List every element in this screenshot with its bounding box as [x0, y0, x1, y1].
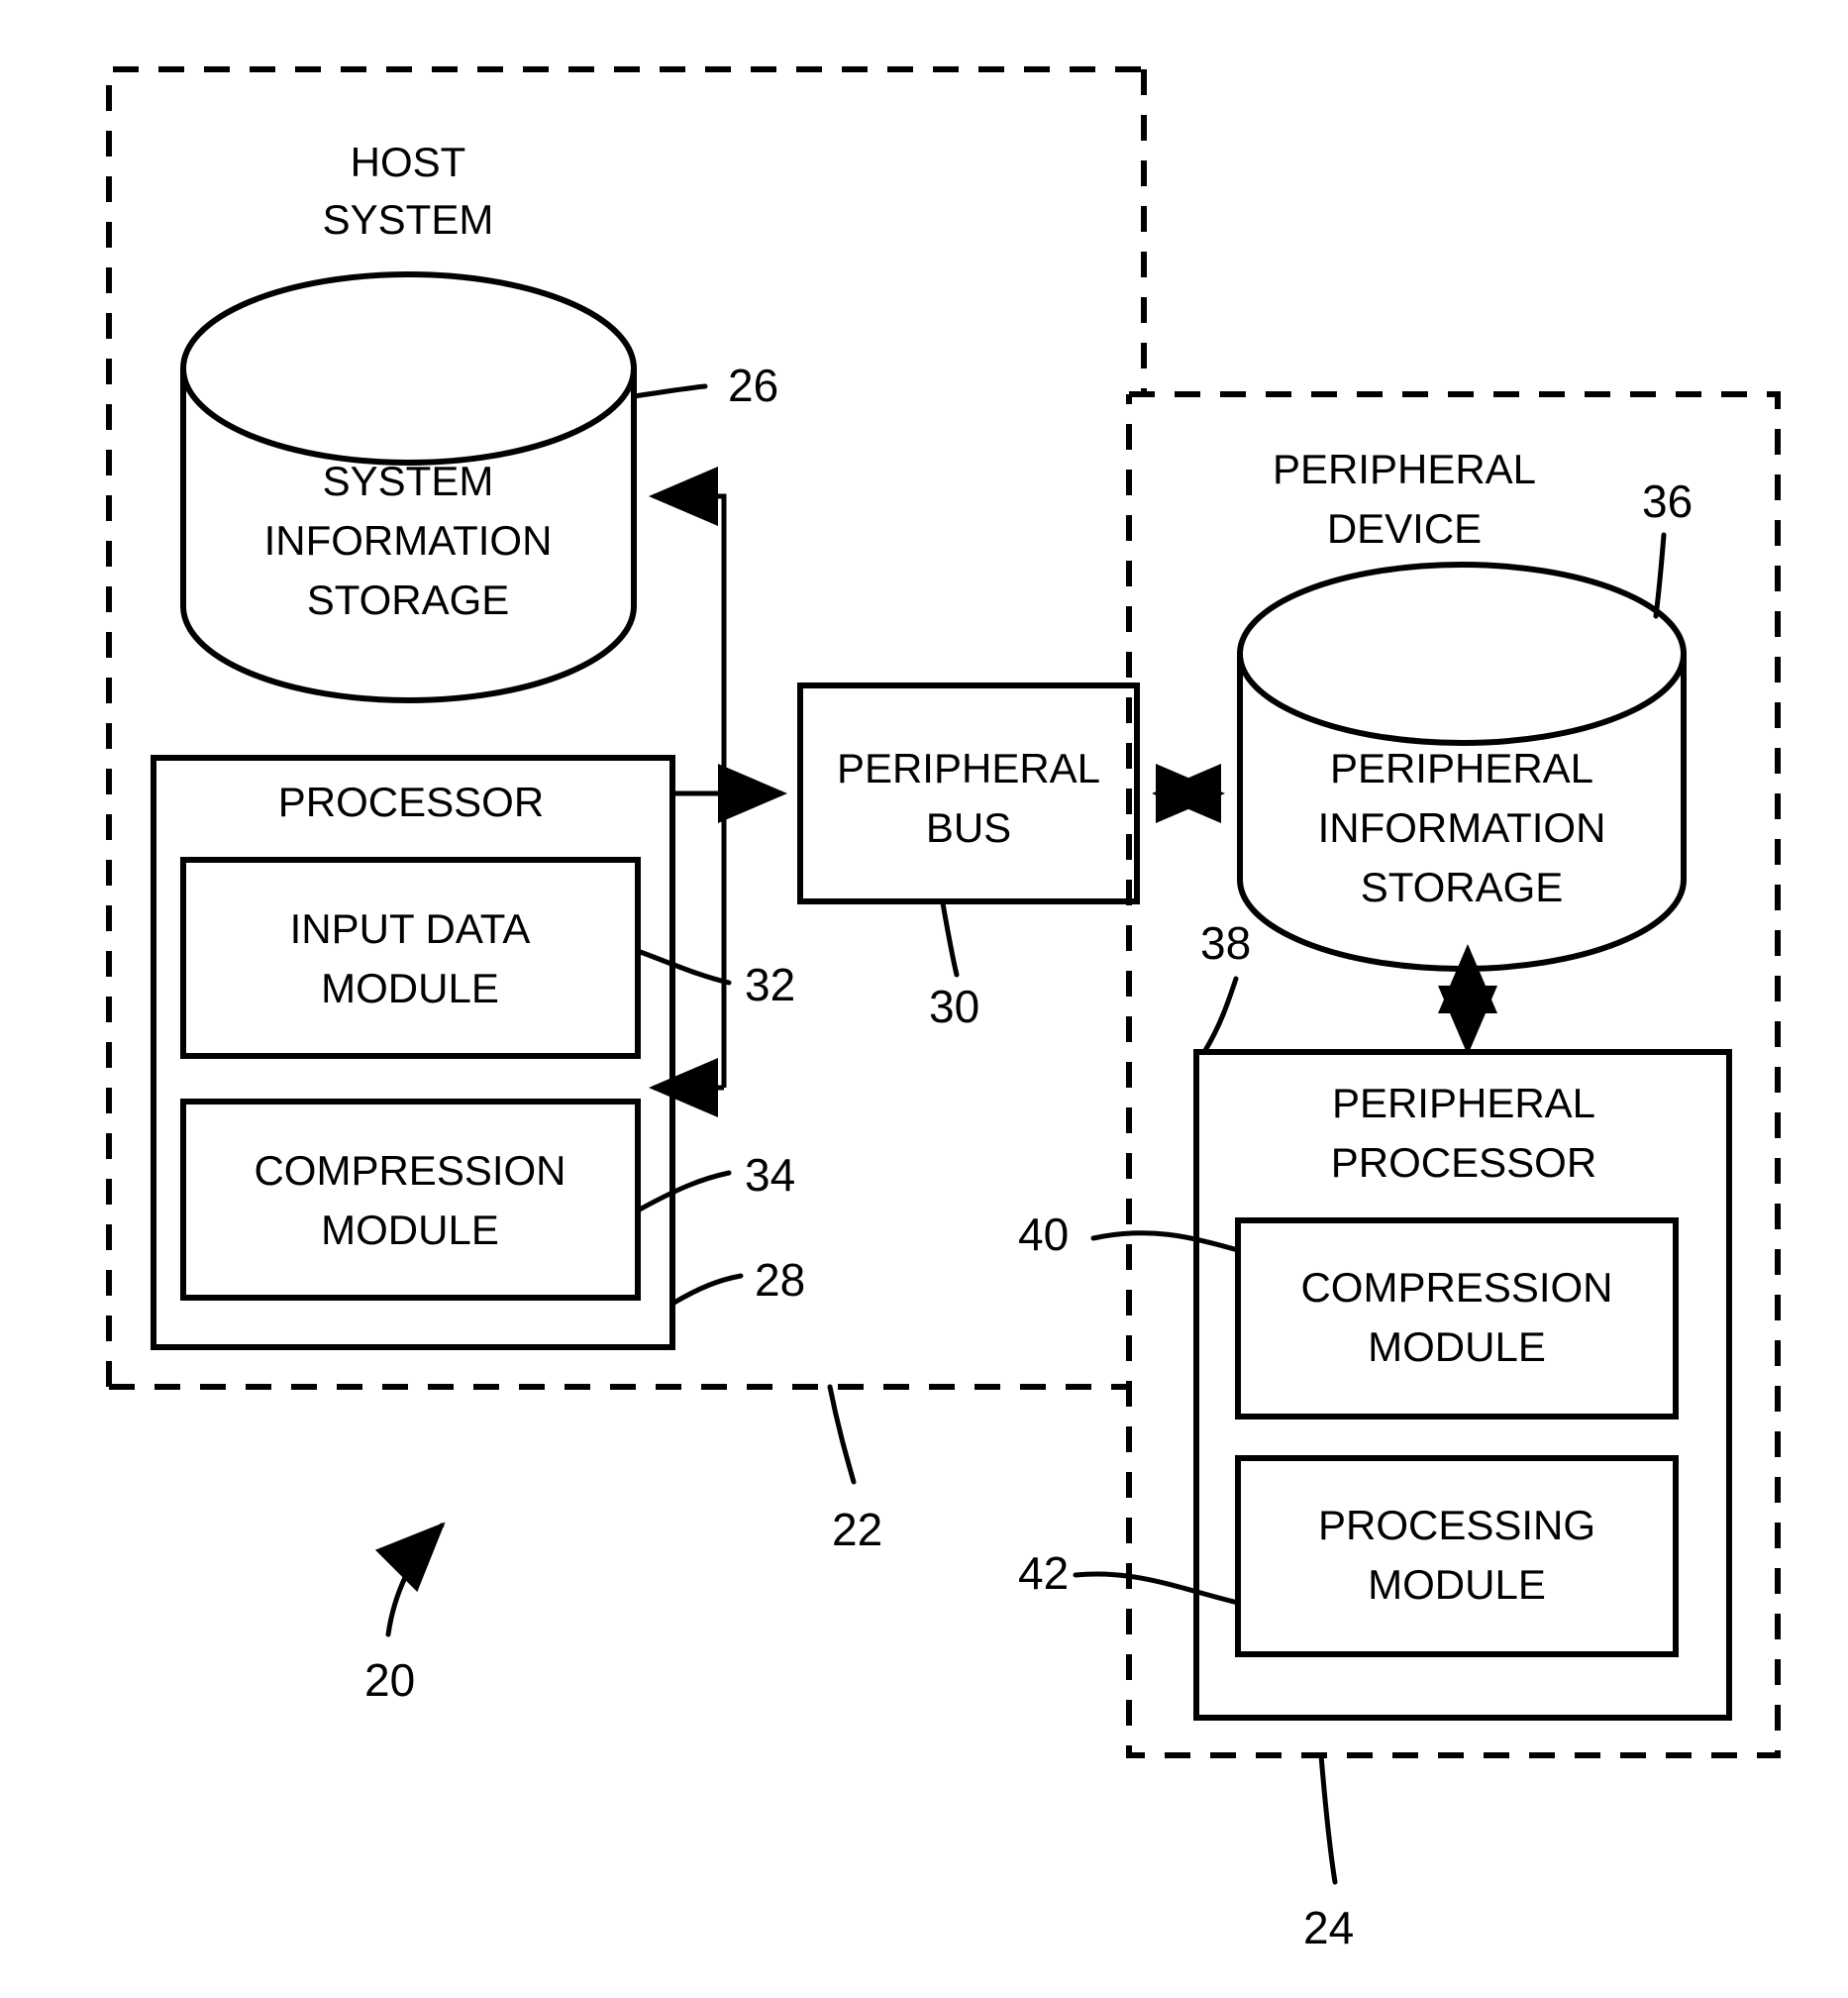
input-data-module-box [180, 857, 641, 1059]
host-compression-module-line2: MODULE [321, 1207, 499, 1253]
host-processor-box [151, 755, 675, 1350]
host-processor-label: PROCESSOR [278, 779, 544, 825]
ref-34-label: 34 [745, 1149, 795, 1201]
peripheral-device-boundary [1126, 391, 1781, 1758]
peripheral-compression-module-box [1235, 1217, 1679, 1420]
ref-28-label: 28 [755, 1254, 805, 1306]
host-system-title-line2: SYSTEM [323, 196, 494, 243]
host-system-title-line1: HOST [351, 139, 466, 185]
system-storage-label-line3: STORAGE [307, 577, 510, 623]
input-data-module-line2: MODULE [321, 965, 499, 1011]
peripheral-processor-line2: PROCESSOR [1331, 1139, 1596, 1186]
peripheral-storage-line3: STORAGE [1361, 864, 1564, 910]
peripheral-processing-module-line2: MODULE [1368, 1561, 1546, 1608]
system-storage-label-line1: SYSTEM [323, 458, 494, 504]
peripheral-compression-module-line2: MODULE [1368, 1323, 1546, 1370]
host-compression-module-box [180, 1099, 641, 1301]
peripheral-compression-module-line1: COMPRESSION [1300, 1264, 1612, 1311]
ref-26-label: 26 [728, 360, 778, 411]
patent-diagram-svg: HOST SYSTEM SYSTEM INFORMATION STORAGE 2… [106, 66, 1781, 1953]
ref-42-label: 42 [1018, 1547, 1069, 1599]
ref-38-label: 38 [1200, 917, 1251, 969]
peripheral-device-title-line1: PERIPHERAL [1273, 446, 1536, 492]
ref-36-label: 36 [1642, 475, 1693, 527]
peripheral-processor-line1: PERIPHERAL [1332, 1080, 1595, 1126]
ref-30-label: 30 [929, 981, 979, 1032]
peripheral-bus-line1: PERIPHERAL [837, 745, 1100, 791]
peripheral-storage-line2: INFORMATION [1318, 804, 1606, 851]
system-storage-label-line2: INFORMATION [264, 517, 553, 564]
peripheral-storage-line1: PERIPHERAL [1330, 745, 1593, 791]
ref-40-label: 40 [1018, 1209, 1069, 1260]
figure-canvas: HOST SYSTEM SYSTEM INFORMATION STORAGE 2… [0, 0, 1848, 1998]
ref-20-label: 20 [364, 1654, 415, 1706]
peripheral-processing-module-box [1235, 1455, 1679, 1657]
peripheral-device-title-line2: DEVICE [1327, 505, 1482, 552]
peripheral-bus-line2: BUS [926, 804, 1011, 851]
system-ref-arrow [374, 1522, 446, 1637]
ref-32-label: 32 [745, 959, 795, 1010]
ref-24-label: 24 [1303, 1902, 1354, 1953]
ref-22-label: 22 [832, 1504, 882, 1555]
peripheral-processing-module-line1: PROCESSING [1318, 1502, 1595, 1548]
host-compression-module-line1: COMPRESSION [254, 1147, 565, 1194]
peripheral-bus-box [797, 683, 1140, 904]
input-data-module-line1: INPUT DATA [290, 905, 531, 952]
